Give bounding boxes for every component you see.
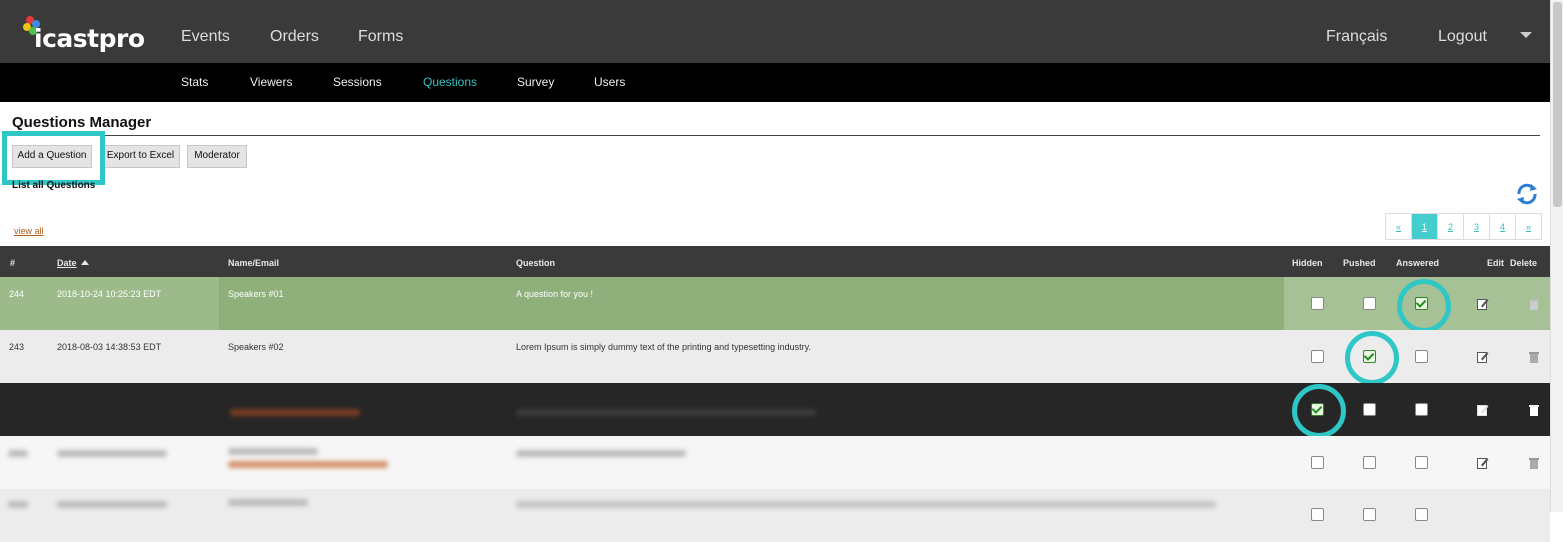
highlight-frame (2, 131, 105, 185)
refresh-icon[interactable] (1515, 182, 1539, 206)
row-question: A question for you ! (516, 289, 594, 299)
col-date-label[interactable]: Date (57, 258, 77, 268)
blurred-text (57, 501, 167, 508)
blurred-text (8, 501, 28, 508)
highlight-ring (1345, 331, 1399, 385)
subnav-sessions[interactable]: Sessions (333, 75, 382, 89)
view-all-link[interactable]: view all (14, 226, 44, 236)
sort-asc-icon (80, 260, 89, 265)
row-name: Speakers #02 (228, 342, 284, 352)
blurred-text (516, 450, 686, 457)
page-title: Questions Manager (12, 114, 152, 131)
moderator-button[interactable]: Moderator (187, 145, 247, 168)
edit-icon[interactable] (1477, 404, 1489, 416)
blurred-text (228, 499, 308, 506)
row-highlight (219, 277, 1284, 330)
trash-icon[interactable] (1529, 404, 1539, 416)
title-divider (12, 135, 1540, 136)
page-scrollbar[interactable] (1550, 0, 1563, 512)
col-answered: Answered (1396, 258, 1440, 268)
row-id: 243 (9, 342, 25, 352)
hidden-checkbox[interactable] (1311, 297, 1324, 310)
blurred-text (228, 448, 318, 455)
col-hidden: Hidden (1292, 258, 1323, 268)
table-row (0, 383, 1550, 438)
sub-navbar: Stats Viewers Sessions Questions Survey … (0, 63, 1550, 102)
pushed-checkbox[interactable] (1363, 297, 1376, 310)
col-id: # (10, 258, 16, 268)
col-delete: Delete (1510, 258, 1538, 268)
pushed-checkbox[interactable] (1363, 456, 1376, 469)
table-row: 243 2018-08-03 14:38:53 EDT Speakers #02… (0, 330, 1550, 385)
answered-checkbox[interactable] (1415, 350, 1428, 363)
pushed-checkbox[interactable] (1363, 508, 1376, 521)
hidden-checkbox[interactable] (1311, 350, 1324, 363)
nav-orders[interactable]: Orders (270, 28, 319, 46)
nav-forms[interactable]: Forms (358, 28, 403, 46)
edit-icon[interactable] (1477, 457, 1489, 469)
export-excel-button[interactable]: Export to Excel (101, 145, 180, 168)
hidden-checkbox[interactable] (1311, 456, 1324, 469)
pager-page-1[interactable]: 1 (1412, 214, 1438, 239)
subnav-viewers[interactable]: Viewers (250, 75, 292, 89)
answered-checkbox[interactable] (1415, 508, 1428, 521)
pager-page-2[interactable]: 2 (1438, 214, 1464, 239)
logout-link[interactable]: Logout (1438, 28, 1487, 46)
logo-text: icastpro (34, 24, 145, 53)
col-question: Question (516, 258, 556, 268)
pager-prev[interactable]: « (1386, 214, 1412, 239)
blurred-text (516, 501, 1216, 508)
table-row (0, 436, 1550, 489)
row-date: 2018-08-03 14:38:53 EDT (57, 342, 162, 352)
hidden-checkbox[interactable] (1311, 508, 1324, 521)
table-row: 244 2018-10-24 10:25:23 EDT Speakers #01… (0, 277, 1550, 333)
nav-events[interactable]: Events (181, 28, 230, 46)
pagination: « 1 2 3 4 » (1385, 213, 1542, 240)
icastpro-logo[interactable]: icastpro (20, 14, 145, 54)
pager-page-4[interactable]: 4 (1490, 214, 1516, 239)
subnav-survey[interactable]: Survey (517, 75, 554, 89)
trash-icon[interactable] (1529, 298, 1539, 310)
list-label: List all Questions (12, 180, 96, 191)
pushed-checkbox[interactable] (1363, 403, 1376, 416)
subnav-stats[interactable]: Stats (181, 75, 208, 89)
col-name: Name/Email (228, 258, 280, 268)
subnav-users[interactable]: Users (594, 75, 625, 89)
col-edit: Edit (1487, 258, 1504, 268)
blurred-text (228, 461, 388, 468)
top-navbar: icastpro Events Orders Forms Français Lo… (0, 0, 1550, 63)
trash-icon[interactable] (1529, 457, 1539, 469)
col-date[interactable]: Date (57, 258, 89, 268)
table-row (0, 489, 1550, 542)
pager-next[interactable]: » (1516, 214, 1541, 239)
table-header: # Date Name/Email Question Hidden Pushed… (0, 246, 1550, 277)
chevron-down-icon[interactable] (1520, 32, 1532, 38)
pager-page-3[interactable]: 3 (1464, 214, 1490, 239)
edit-icon[interactable] (1477, 298, 1489, 310)
row-name: Speakers #01 (228, 289, 284, 299)
highlight-ring (1397, 279, 1451, 333)
answered-checkbox[interactable] (1415, 456, 1428, 469)
scrollbar-thumb[interactable] (1553, 2, 1562, 207)
blurred-text (230, 409, 360, 416)
row-question: Lorem Ipsum is simply dummy text of the … (516, 342, 811, 352)
answered-checkbox[interactable] (1415, 403, 1428, 416)
row-date: 2018-10-24 10:25:23 EDT (57, 289, 162, 299)
language-switch[interactable]: Français (1326, 28, 1387, 46)
blurred-text (57, 450, 167, 457)
trash-icon[interactable] (1529, 351, 1539, 363)
blurred-text (8, 450, 28, 457)
col-pushed: Pushed (1343, 258, 1376, 268)
edit-icon[interactable] (1477, 351, 1489, 363)
blurred-text (516, 409, 816, 416)
subnav-questions[interactable]: Questions (423, 75, 477, 89)
highlight-ring (1292, 384, 1346, 438)
row-id: 244 (9, 289, 25, 299)
